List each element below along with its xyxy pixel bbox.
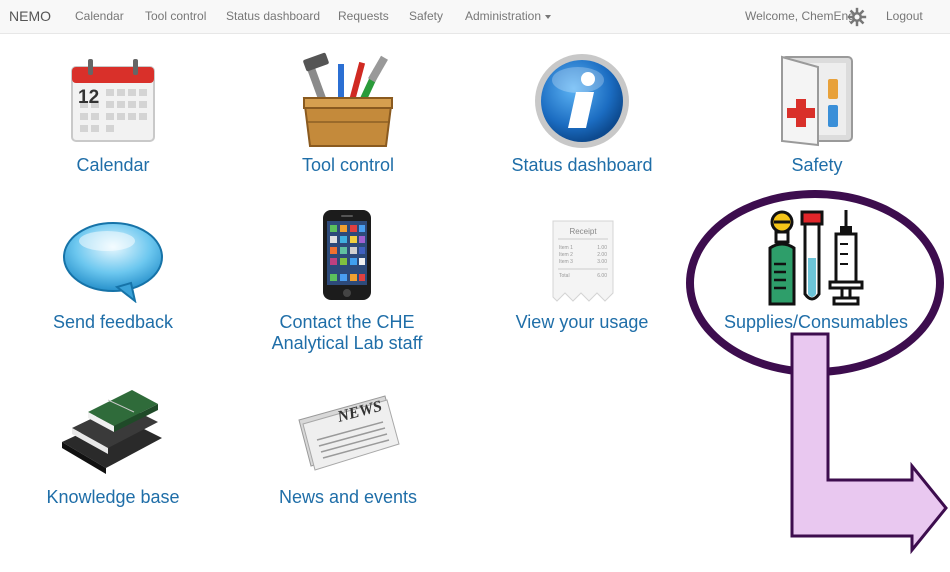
tile-label: Safety: [791, 155, 843, 175]
receipt-row-name: Item 1: [559, 245, 573, 251]
tile-calendar[interactable]: 12 Calendar: [28, 50, 198, 180]
nav-tool-control[interactable]: Tool control: [145, 0, 206, 32]
nav-administration-dropdown[interactable]: Administration: [465, 0, 552, 32]
tile-label-line2: Analytical Lab staff: [271, 333, 423, 353]
tile-view-usage[interactable]: Receipt Item 1 1.00 Item 2 2.00 Item 3 3…: [497, 205, 667, 335]
nav-requests[interactable]: Requests: [338, 0, 389, 32]
receipt-row-value: 3.00: [597, 259, 607, 265]
tile-label-line1: Contact the CHE: [279, 312, 415, 332]
receipt-icon: Receipt Item 1 1.00 Item 2 2.00 Item 3 3…: [552, 220, 614, 302]
gear-icon[interactable]: [847, 7, 867, 27]
tile-send-feedback[interactable]: Send feedback: [28, 205, 198, 335]
tile-contact-staff[interactable]: Contact the CHE Analytical Lab staff: [247, 205, 447, 355]
tile-label: Knowledge base: [46, 487, 180, 507]
tile-safety[interactable]: Safety: [732, 50, 902, 180]
receipt-row-value: 1.00: [597, 245, 607, 251]
nav-administration-label: Administration: [465, 9, 542, 23]
tile-status-dashboard[interactable]: Status dashboard: [497, 50, 667, 180]
receipt-row-name: Item 2: [559, 252, 573, 258]
nav-safety[interactable]: Safety: [409, 0, 443, 32]
books-icon: [62, 390, 162, 474]
tile-label: Calendar: [76, 155, 150, 175]
tile-label: Status dashboard: [511, 155, 653, 175]
tile-label: View your usage: [515, 312, 649, 332]
tile-knowledge-base[interactable]: Knowledge base: [28, 380, 198, 510]
tile-label: Tool control: [301, 155, 395, 175]
calendar-icon: 12: [71, 59, 155, 142]
receipt-row-name: Total: [559, 273, 570, 279]
tile-label: Send feedback: [52, 312, 174, 332]
tile-tool-control[interactable]: Tool control: [263, 50, 433, 180]
calendar-day-number: 12: [78, 87, 99, 108]
nav-status-dashboard[interactable]: Status dashboard: [226, 0, 320, 32]
annotation-arrow-icon: [790, 332, 948, 555]
top-navbar: NEMO Calendar Tool control Status dashbo…: [0, 0, 950, 34]
brand-link[interactable]: NEMO: [9, 0, 51, 32]
speech-bubble-icon: [63, 222, 163, 303]
tile-label: News and events: [278, 487, 418, 507]
newspaper-icon: NEWS: [298, 395, 400, 471]
chevron-down-icon: [545, 14, 552, 19]
receipt-row-value: 6.00: [597, 273, 607, 279]
receipt-row-name: Item 3: [559, 259, 573, 265]
toolbox-icon: [302, 52, 394, 147]
receipt-row-value: 2.00: [597, 252, 607, 258]
receipt-title: Receipt: [569, 227, 597, 236]
tile-news-events[interactable]: NEWS News and events: [263, 380, 433, 510]
welcome-user[interactable]: Welcome, ChemEng: [745, 0, 855, 32]
first-aid-cabinet-icon: [781, 55, 853, 147]
nav-calendar[interactable]: Calendar: [75, 0, 124, 32]
smartphone-icon: [323, 210, 371, 300]
info-icon: [535, 54, 629, 148]
logout-link[interactable]: Logout: [886, 0, 923, 32]
